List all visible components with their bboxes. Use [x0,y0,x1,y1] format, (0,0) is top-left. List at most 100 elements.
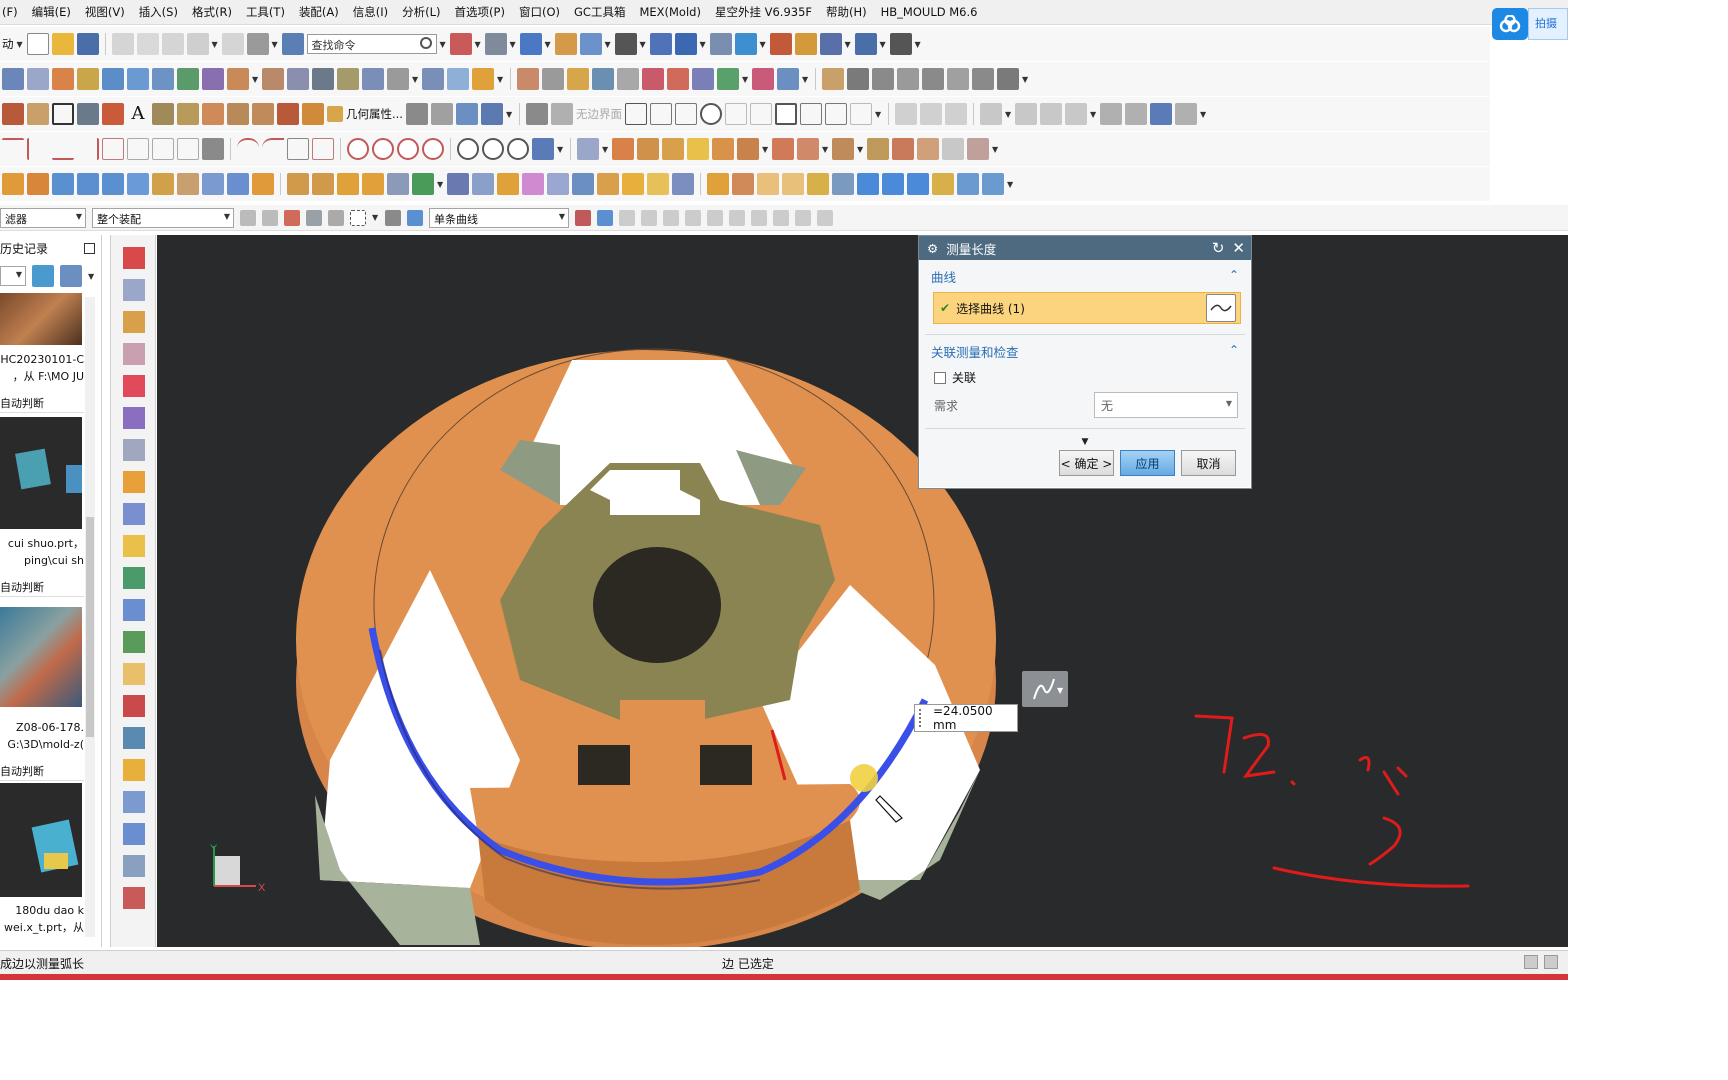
boolean-intersect-icon[interactable] [712,138,734,160]
chevron-down-icon[interactable]: ▼ [762,145,769,154]
command-search-input[interactable]: 查找命令 [306,34,437,54]
intersection-curve-icon[interactable] [847,68,869,90]
hidden-label[interactable]: 无边界面 [576,106,622,122]
box-select-icon[interactable] [350,209,366,226]
chevron-down-icon[interactable]: ▼ [437,180,444,189]
curve-rule-select[interactable]: 单条曲线 [429,207,569,228]
quick-extend-icon[interactable] [919,103,942,125]
boolean-subtract-icon[interactable] [687,138,709,160]
menu-hb-mould[interactable]: HB_MOULD M6.6 [874,5,985,19]
layer-icon[interactable] [312,173,334,195]
sketch-circle-icon[interactable] [699,103,722,125]
box-resource-icon[interactable] [123,663,145,685]
enlarge-icon[interactable] [472,68,494,90]
wedge-icon[interactable] [807,173,829,195]
spline-curve-icon[interactable] [997,68,1019,90]
arc-radius-icon[interactable] [312,138,334,160]
repeat-command-icon[interactable] [246,33,269,55]
geometry-props-label[interactable]: 几何属性... [346,106,403,122]
assemble-icon[interactable] [362,173,384,195]
more-options-icon[interactable]: ▼ [919,437,1251,447]
model-view[interactable]: Y X [157,235,1568,947]
solid-cylinder-icon[interactable] [882,173,904,195]
curve-picker-button[interactable] [1206,294,1236,322]
chevron-down-icon[interactable]: ▼ [272,40,279,49]
line-tangent-icon[interactable] [102,138,124,160]
sketch-chamfer-icon[interactable] [749,103,772,125]
menu-edit[interactable]: 编辑(E) [25,4,78,20]
chevron-down-icon[interactable]: ▼ [802,75,809,84]
curve-on-surface-icon[interactable] [822,68,844,90]
chevron-down-icon[interactable]: ▼ [510,40,517,49]
line-bisector-icon[interactable] [152,138,174,160]
menu-help[interactable]: 帮助(H) [819,4,874,20]
reset-icon[interactable]: ↻ [1212,239,1225,257]
ruled-surface-icon[interactable] [52,68,74,90]
checker-icon[interactable] [550,103,573,125]
history-view-select[interactable] [0,266,26,286]
fit-view-icon[interactable] [449,33,472,55]
grid-resource-icon[interactable] [123,887,145,909]
make-corner-icon[interactable] [944,103,967,125]
menu-xingkong-plugin[interactable]: 星空外挂 V6.935F [708,4,819,20]
solid-prism-icon[interactable] [957,173,979,195]
back-arrow-icon[interactable] [32,265,54,287]
line-point-icon[interactable] [77,138,99,160]
menu-gc-toolkit[interactable]: GC工具箱 [567,4,632,20]
optimize-face-icon[interactable] [717,68,739,90]
spline-body-icon[interactable] [522,173,544,195]
menu-view[interactable]: 视图(V) [78,4,132,20]
history-item-name[interactable]: Z08-06-178. [0,719,84,736]
create-inferred-icon[interactable] [1174,103,1197,125]
line-tool-icon[interactable] [2,138,24,160]
snap-quadrant-icon[interactable] [729,209,745,226]
section-view-icon[interactable] [794,33,817,55]
pattern-icon[interactable] [917,138,939,160]
sketch-line-icon[interactable] [649,103,672,125]
shaded-view-icon[interactable] [484,33,507,55]
revolve-feature-icon[interactable] [637,138,659,160]
chevron-down-icon[interactable]: ▼ [760,40,767,49]
snap-control-icon[interactable] [663,209,679,226]
law-extension-icon[interactable] [287,68,309,90]
bend-icon[interactable] [622,173,644,195]
section-curve-icon[interactable] [277,103,299,125]
chevron-down-icon[interactable]: ▼ [992,145,999,154]
info-object-icon[interactable] [709,33,732,55]
measure-resource-icon[interactable] [123,727,145,749]
menu-assembly[interactable]: 装配(A) [292,4,346,20]
circle-tangent-icon[interactable] [397,138,419,160]
extrude-feature-icon[interactable] [612,138,634,160]
cube-lift-icon[interactable] [77,173,99,195]
tools-resource-icon[interactable] [123,823,145,845]
arc-tangent-icon[interactable] [262,138,284,160]
core-icon[interactable] [497,173,519,195]
draft-icon[interactable] [737,138,759,160]
move-to-layer-icon[interactable] [579,33,602,55]
chevron-down-icon[interactable]: ▼ [1022,75,1029,84]
history-thumbnail[interactable] [0,417,82,529]
assembly-navigator-icon[interactable] [123,247,145,269]
menu-insert[interactable]: 插入(S) [132,4,185,20]
start-menu-label[interactable]: 动 [2,36,14,52]
cube-feature-icon[interactable] [52,173,74,195]
extension-sheet-icon[interactable] [262,68,284,90]
scrollbar-thumb[interactable] [86,517,94,737]
command-finder-icon[interactable] [281,33,304,55]
extract-curve-icon[interactable] [252,103,274,125]
trim-curve-icon[interactable] [872,68,894,90]
stacked-blocks-icon[interactable] [707,173,729,195]
circle-offset-icon[interactable] [482,138,504,160]
sketch-fillet-icon[interactable] [724,103,747,125]
menu-window[interactable]: 窗口(O) [512,4,567,20]
curve-flyout-button[interactable]: ▼ [1022,671,1068,707]
close-icon[interactable]: ✕ [1232,239,1245,257]
ruler-icon[interactable] [889,33,912,55]
surface-body-icon[interactable] [547,173,569,195]
analysis-icon[interactable] [769,33,792,55]
thicken-icon[interactable] [517,68,539,90]
snap-intersection-icon[interactable] [685,209,701,226]
chevron-down-icon[interactable]: ▼ [545,40,552,49]
fold-icon[interactable] [647,173,669,195]
chevron-down-icon[interactable]: ▼ [640,40,647,49]
